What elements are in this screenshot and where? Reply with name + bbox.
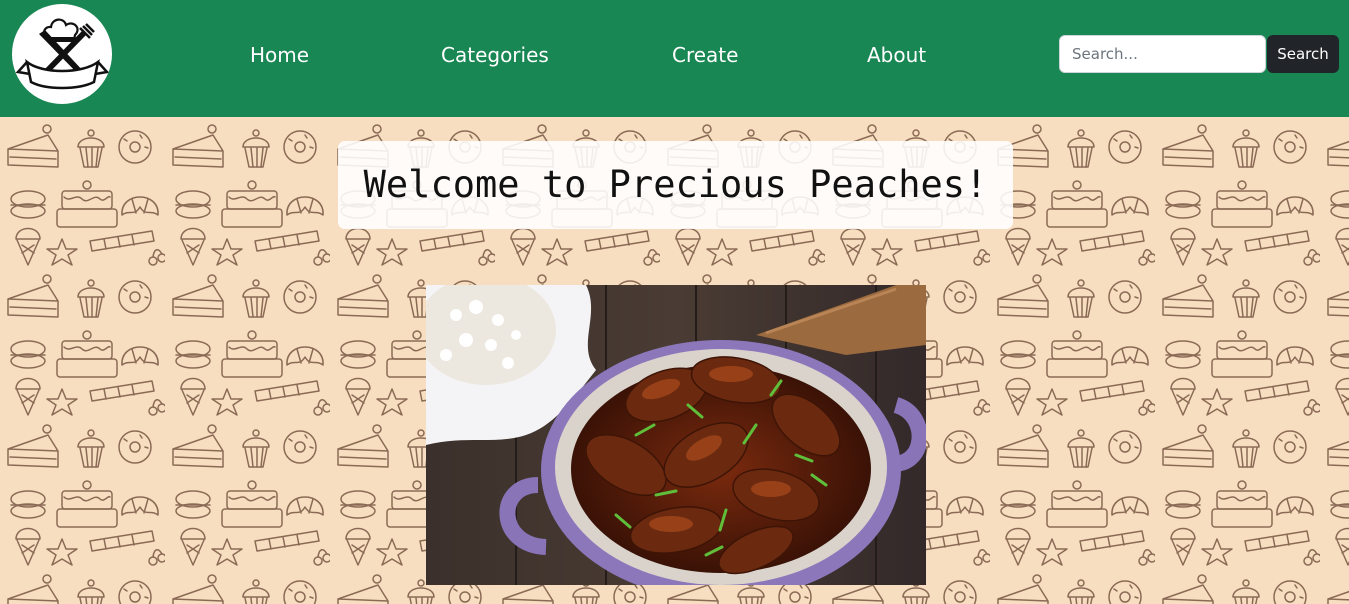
- nav-link-create[interactable]: Create: [672, 42, 738, 68]
- braised-chicken-with-rice-photo: [426, 285, 926, 585]
- hero-section: Welcome to Precious Peaches!: [0, 117, 1349, 604]
- welcome-title: Welcome to Precious Peaches!: [363, 163, 988, 206]
- site-logo[interactable]: [12, 4, 112, 104]
- nav-link-about[interactable]: About: [867, 42, 926, 68]
- chef-hat-fork-knife-icon: [15, 18, 110, 90]
- search-button[interactable]: Search: [1267, 35, 1339, 73]
- nav-link-home[interactable]: Home: [250, 42, 309, 68]
- navbar: Home Categories Create About Search: [0, 0, 1349, 117]
- search-input[interactable]: [1059, 35, 1266, 73]
- welcome-banner: Welcome to Precious Peaches!: [338, 141, 1013, 229]
- nav-link-categories[interactable]: Categories: [441, 42, 549, 68]
